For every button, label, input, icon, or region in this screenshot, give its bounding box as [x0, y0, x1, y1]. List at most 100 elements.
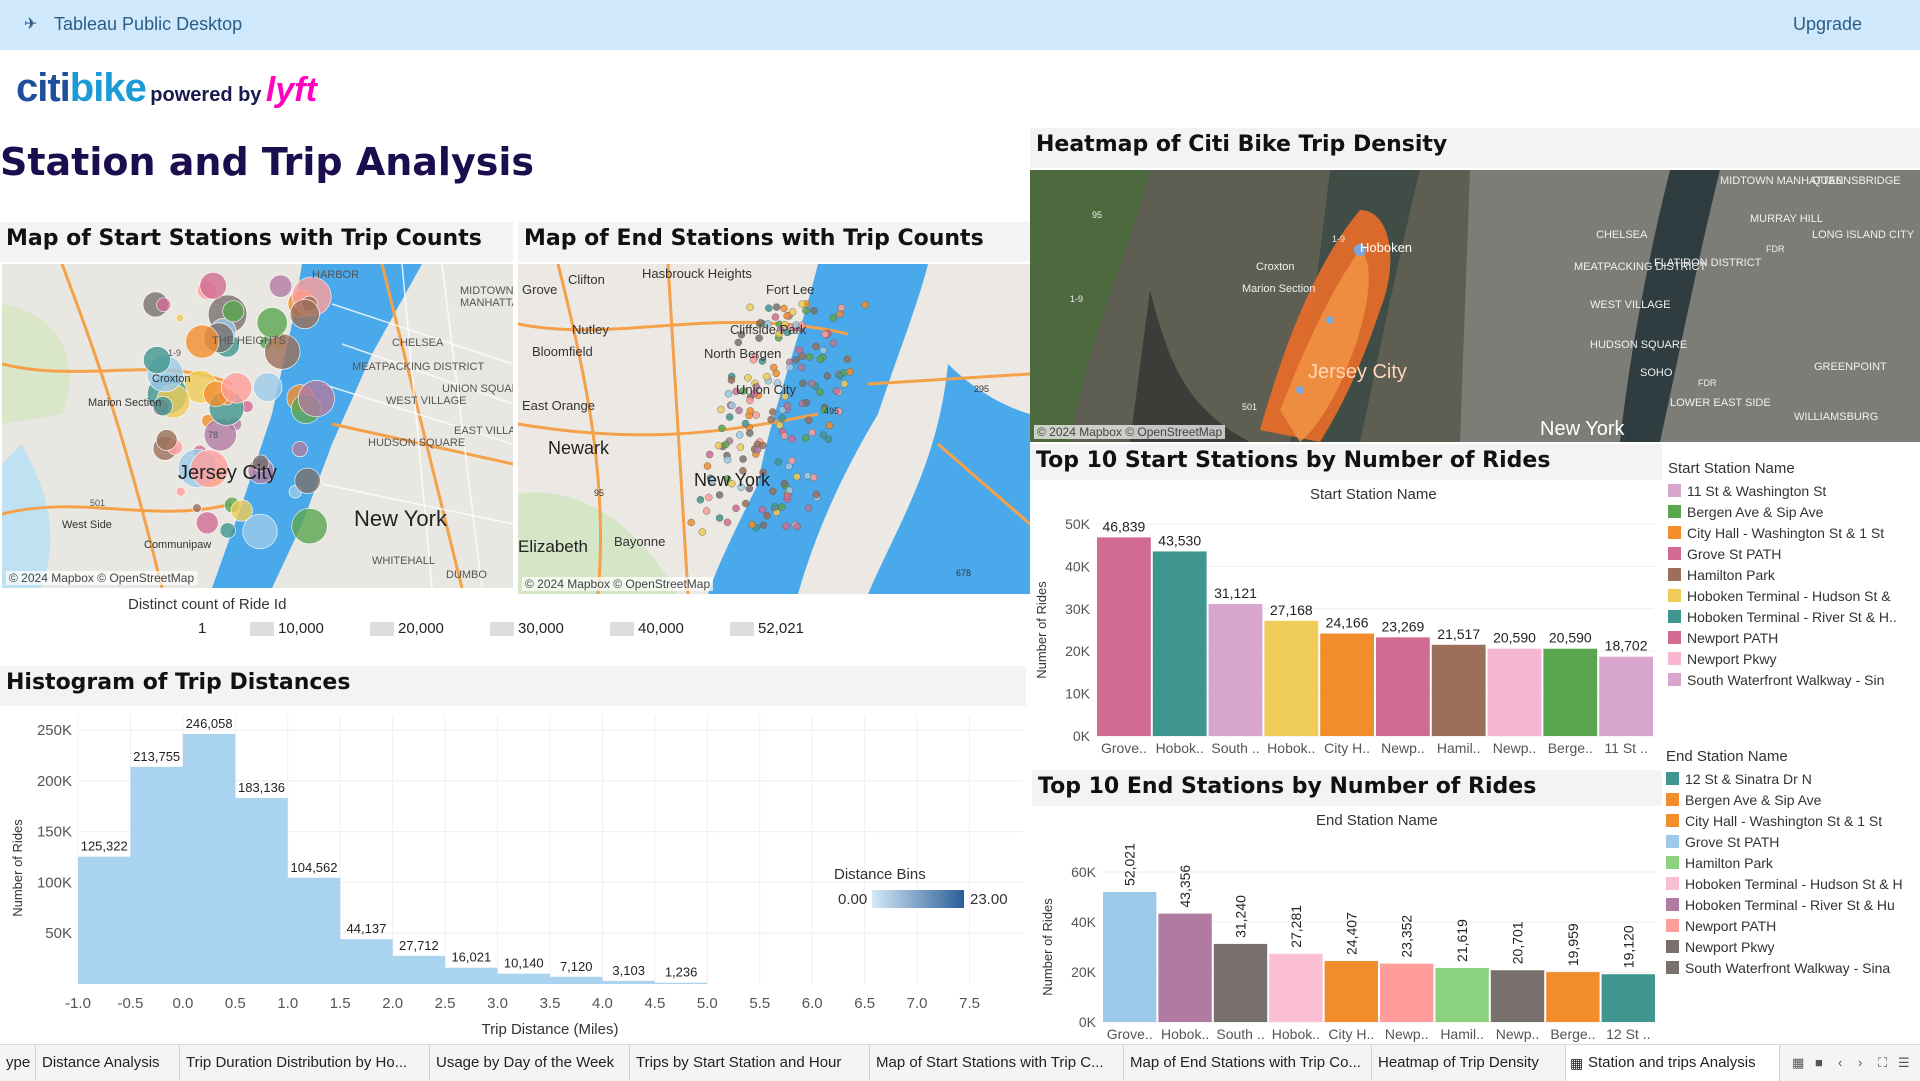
station-dot[interactable] — [780, 432, 789, 440]
station-dot[interactable] — [805, 353, 814, 361]
legend-item[interactable]: South Waterfront Walkway - Sin — [1668, 670, 1920, 691]
map-credit[interactable]: © 2024 Mapbox © OpenStreetMap — [6, 571, 198, 585]
station-dot[interactable] — [763, 511, 771, 520]
station-dot[interactable] — [829, 314, 838, 322]
station-dot[interactable] — [723, 455, 732, 464]
station-dot[interactable] — [705, 450, 714, 459]
tab-scroll-right-icon[interactable]: › — [1858, 1055, 1862, 1070]
station-bar[interactable] — [1152, 551, 1207, 736]
legend-item[interactable]: Newport Pkwy — [1666, 937, 1920, 958]
end-stations-map[interactable]: Grove Clifton Hasbrouck Heights Fort Lee… — [518, 264, 1030, 594]
station-dot[interactable] — [804, 504, 813, 512]
station-dot[interactable] — [769, 408, 777, 416]
station-bar[interactable] — [1158, 913, 1212, 1022]
legend-item[interactable]: City Hall - Washington St & 1 St — [1668, 523, 1920, 544]
station-bubble[interactable] — [155, 429, 178, 451]
station-bar[interactable] — [1601, 974, 1655, 1022]
station-dot[interactable] — [821, 330, 829, 339]
station-bubble[interactable] — [143, 346, 171, 374]
station-bar[interactable] — [1269, 953, 1323, 1022]
station-dot[interactable] — [783, 492, 792, 500]
station-dot[interactable] — [861, 301, 869, 309]
tab-map-end-stations[interactable]: Map of End Stations with Trip Co... — [1124, 1045, 1372, 1081]
station-dot[interactable] — [769, 487, 777, 496]
station-bubble[interactable] — [294, 467, 321, 494]
station-dot[interactable] — [840, 380, 849, 388]
station-dot[interactable] — [723, 518, 732, 527]
station-dot[interactable] — [805, 416, 813, 424]
station-bubble[interactable] — [297, 380, 335, 418]
legend-item[interactable]: 12 St & Sinatra Dr N — [1666, 769, 1920, 790]
legend-item[interactable]: Hoboken Terminal - Hudson St & H — [1666, 874, 1920, 895]
map-credit[interactable]: © 2024 Mapbox © OpenStreetMap — [522, 577, 714, 591]
histogram-bar[interactable] — [602, 980, 655, 984]
start-map-canvas[interactable]: HARBOR MIDTOWN MANHATTAN CHELSEA THE HEI… — [2, 264, 513, 588]
histogram-bar[interactable] — [445, 967, 498, 984]
station-dot[interactable] — [793, 522, 801, 531]
grid-view-icon[interactable]: ▦ — [1792, 1055, 1804, 1071]
legend-item[interactable]: Hoboken Terminal - Hudson St & — [1668, 586, 1920, 607]
station-dot[interactable] — [782, 522, 790, 530]
station-dot[interactable] — [788, 435, 796, 443]
legend-item[interactable]: Bergen Ave & Sip Ave — [1666, 790, 1920, 811]
station-bubble[interactable] — [253, 372, 283, 402]
histogram-bar[interactable] — [340, 939, 393, 984]
station-bubble[interactable] — [175, 486, 186, 497]
legend-item[interactable]: Newport Pkwy — [1668, 649, 1920, 670]
station-dot[interactable] — [772, 303, 781, 311]
station-dot[interactable] — [792, 356, 800, 364]
legend-item[interactable]: Grove St PATH — [1668, 544, 1920, 565]
station-dot[interactable] — [846, 368, 854, 376]
station-dot[interactable] — [735, 406, 743, 415]
station-dot[interactable] — [767, 415, 775, 424]
station-bubble[interactable] — [219, 522, 236, 539]
station-bubble[interactable] — [242, 513, 278, 550]
station-dot[interactable] — [801, 434, 810, 442]
tab-heatmap[interactable]: Heatmap of Trip Density — [1372, 1045, 1566, 1081]
legend-item[interactable]: City Hall - Washington St & 1 St — [1666, 811, 1920, 832]
station-dot[interactable] — [739, 455, 747, 463]
station-bubble[interactable] — [269, 274, 293, 298]
histogram-bar[interactable] — [392, 955, 446, 984]
map-credit[interactable]: © 2024 Mapbox © OpenStreetMap — [1034, 425, 1226, 439]
station-dot[interactable] — [765, 304, 773, 312]
station-dot[interactable] — [812, 490, 821, 499]
station-dot[interactable] — [721, 440, 730, 449]
station-dot[interactable] — [725, 413, 734, 421]
tab-distance-analysis[interactable]: Distance Analysis — [36, 1045, 180, 1081]
station-dot[interactable] — [687, 518, 695, 527]
station-bar[interactable] — [1264, 620, 1319, 736]
station-dot[interactable] — [829, 339, 838, 347]
tab-station-trips-analysis[interactable]: ▦ Station and trips Analysis — [1566, 1045, 1780, 1081]
station-dot[interactable] — [705, 493, 713, 502]
histogram-bar[interactable] — [182, 734, 236, 984]
station-dot[interactable] — [746, 429, 754, 437]
presentation-mode-icon[interactable]: ⛶ — [1878, 1055, 1887, 1071]
legend-item[interactable]: 11 St & Washington St — [1668, 481, 1920, 502]
station-dot[interactable] — [718, 424, 726, 432]
tab-usage-by-day[interactable]: Usage by Day of the Week — [430, 1045, 630, 1081]
station-dot[interactable] — [803, 471, 812, 480]
station-dot[interactable] — [836, 371, 844, 380]
station-dot[interactable] — [777, 503, 786, 511]
tab-trips-by-start-station[interactable]: Trips by Start Station and Hour — [630, 1045, 870, 1081]
station-dot[interactable] — [702, 507, 711, 515]
station-dot[interactable] — [753, 446, 762, 454]
end-map-canvas[interactable]: Grove Clifton Hasbrouck Heights Fort Lee… — [518, 264, 1030, 594]
start-stations-map[interactable]: HARBOR MIDTOWN MANHATTAN CHELSEA THE HEI… — [2, 264, 513, 588]
station-dot[interactable] — [810, 307, 818, 315]
legend-item[interactable]: Grove St PATH — [1666, 832, 1920, 853]
histogram-bar[interactable] — [78, 856, 131, 984]
station-dot[interactable] — [823, 372, 831, 380]
station-bar[interactable] — [1431, 644, 1486, 736]
station-bar[interactable] — [1435, 967, 1489, 1022]
legend-item[interactable]: Hoboken Terminal - River St & H.. — [1668, 607, 1920, 628]
legend-item[interactable]: Bergen Ave & Sip Ave — [1668, 502, 1920, 523]
station-bubble[interactable] — [156, 297, 171, 313]
station-dot[interactable] — [717, 405, 725, 414]
station-bar[interactable] — [1543, 648, 1598, 736]
station-dot[interactable] — [816, 388, 824, 396]
station-dot[interactable] — [714, 441, 723, 450]
station-bubble[interactable] — [221, 372, 253, 404]
station-dot[interactable] — [780, 304, 788, 313]
